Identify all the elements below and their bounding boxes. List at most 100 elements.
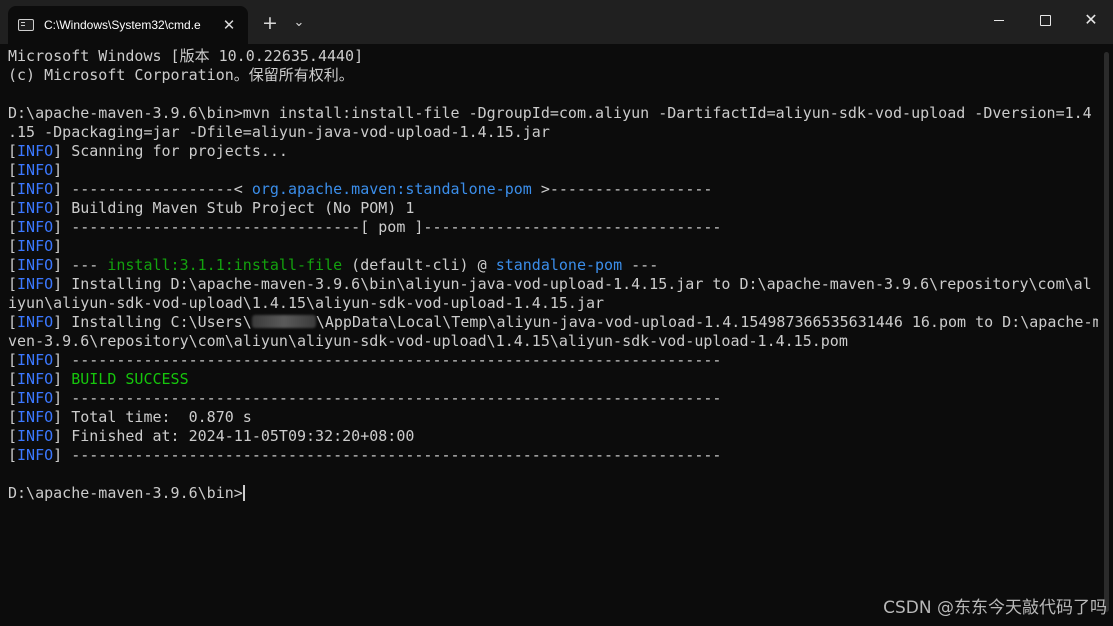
console-line: [INFO] Installing D:\apache-maven-3.9.6\… xyxy=(8,275,1098,294)
console-text: (default-cli) @ xyxy=(342,256,496,274)
terminal-window: C:\Windows\System32\cmd.e ✕ + ⌄ ✕ Micros… xyxy=(0,0,1113,626)
console-text: .15 -Dpackaging=jar -Dfile=aliyun-java-v… xyxy=(8,123,550,141)
console-text: ] --------------------------------[ pom … xyxy=(53,218,722,236)
console-text: [ xyxy=(8,142,18,160)
console-line: (c) Microsoft Corporation。保留所有权利。 xyxy=(8,66,1098,85)
console-text: INFO xyxy=(17,408,54,426)
console-text: [ xyxy=(8,237,18,255)
tab-cmd[interactable]: C:\Windows\System32\cmd.e ✕ xyxy=(8,6,248,44)
console-line: [INFO] ---------------------------------… xyxy=(8,351,1098,370)
console-line: [INFO] Building Maven Stub Project (No P… xyxy=(8,199,1098,218)
console-line: [INFO] Installing C:\Users\ \AppData\Loca… xyxy=(8,313,1098,332)
console-text: INFO xyxy=(17,351,54,369)
console-text: INFO xyxy=(17,427,54,445)
console-text: INFO xyxy=(17,161,54,179)
scrollbar[interactable] xyxy=(1100,44,1113,626)
console-text: [ xyxy=(8,427,18,445)
console-text: ] Installing D:\apache-maven-3.9.6\bin\a… xyxy=(53,275,1092,293)
console-text: install:3.1.1:install-file xyxy=(107,256,343,274)
console-text: [ xyxy=(8,370,18,388)
console-text: ] Installing C:\Users\ xyxy=(53,313,252,331)
console-line: [INFO] xyxy=(8,237,1098,256)
console-text: INFO xyxy=(17,237,54,255)
tab-dropdown-icon[interactable]: ⌄ xyxy=(286,10,312,36)
console-text: standalone-pom xyxy=(495,256,623,274)
console-text: [ xyxy=(8,199,18,217)
console-text: [ xyxy=(8,351,18,369)
console-text: ] Building Maven Stub Project (No POM) 1 xyxy=(53,199,415,217)
minimize-icon xyxy=(994,19,1004,21)
console-text: INFO xyxy=(17,313,54,331)
tab-close-icon[interactable]: ✕ xyxy=(220,16,238,34)
console-line: [INFO] Finished at: 2024-11-05T09:32:20+… xyxy=(8,427,1098,446)
console-line: .15 -Dpackaging=jar -Dfile=aliyun-java-v… xyxy=(8,123,1098,142)
console-line: ven-3.9.6\repository\com\aliyun\aliyun-s… xyxy=(8,332,1098,351)
scrollbar-thumb[interactable] xyxy=(1104,52,1109,612)
console-text: ] Scanning for projects... xyxy=(53,142,288,160)
console-text: INFO xyxy=(17,180,54,198)
console-text: D:\apache-maven-3.9.6\bin> xyxy=(8,484,243,502)
console-text: ] Total time: 0.870 s xyxy=(53,408,252,426)
console-text: ] xyxy=(53,161,63,179)
console-text: Microsoft Windows [版本 10.0.22635.4440] xyxy=(8,47,364,65)
console-text: INFO xyxy=(17,370,54,388)
close-window-button[interactable]: ✕ xyxy=(1068,0,1113,40)
console-text: INFO xyxy=(17,142,54,160)
console-text: ] --------------------------------------… xyxy=(53,446,722,464)
console-text: ] --------------------------------------… xyxy=(53,351,722,369)
console-line: [INFO] --- install:3.1.1:install-file (d… xyxy=(8,256,1098,275)
maximize-icon xyxy=(1039,14,1051,26)
console-text: >------------------ xyxy=(531,180,713,198)
console-line: iyun\aliyun-sdk-vod-upload\1.4.15\aliyun… xyxy=(8,294,1098,313)
maximize-button[interactable] xyxy=(1022,0,1068,40)
console-line: [INFO] BUILD SUCCESS xyxy=(8,370,1098,389)
console-line: Microsoft Windows [版本 10.0.22635.4440] xyxy=(8,47,1098,66)
console-line: [INFO] xyxy=(8,161,1098,180)
new-tab-button[interactable]: + xyxy=(257,10,283,36)
minimize-button[interactable] xyxy=(976,0,1022,40)
console-text: INFO xyxy=(17,275,54,293)
console-text: org.apache.maven:standalone-pom xyxy=(251,180,532,198)
console-text: D:\apache-maven-3.9.6\bin>mvn install:in… xyxy=(8,104,1092,122)
console-text: ] Finished at: 2024-11-05T09:32:20+08:00 xyxy=(53,427,415,445)
console-text: [ xyxy=(8,180,18,198)
console-line: [INFO] --------------------------------[… xyxy=(8,218,1098,237)
tab-title: C:\Windows\System32\cmd.e xyxy=(44,18,201,32)
console-text: [ xyxy=(8,256,18,274)
console-line: [INFO] ---------------------------------… xyxy=(8,446,1098,465)
console-text: [ xyxy=(8,408,18,426)
console-text: \AppData\Local\Temp\aliyun-java-vod-uplo… xyxy=(315,313,1098,331)
title-bar: C:\Windows\System32\cmd.e ✕ + ⌄ ✕ xyxy=(0,0,1113,44)
console-text: INFO xyxy=(17,446,54,464)
console-text: ] --- xyxy=(53,256,108,274)
console-line: [INFO] ---------------------------------… xyxy=(8,389,1098,408)
console-text: ] --------------------------------------… xyxy=(53,389,722,407)
console-text: INFO xyxy=(17,256,54,274)
console-text: [ xyxy=(8,161,18,179)
console-text: iyun\aliyun-sdk-vod-upload\1.4.15\aliyun… xyxy=(8,294,605,312)
console-text: ] xyxy=(53,237,63,255)
console-text: [ xyxy=(8,275,18,293)
console-text: [ xyxy=(8,446,18,464)
console-text: (c) Microsoft Corporation。保留所有权利。 xyxy=(8,66,354,84)
console-text: --- xyxy=(622,256,659,274)
console-line: D:\apache-maven-3.9.6\bin>mvn install:in… xyxy=(8,104,1098,123)
console-text: INFO xyxy=(17,218,54,236)
text-cursor xyxy=(242,485,245,501)
console-text: ven-3.9.6\repository\com\aliyun\aliyun-s… xyxy=(8,332,848,350)
console-output[interactable]: Microsoft Windows [版本 10.0.22635.4440] (c… xyxy=(8,47,1098,607)
console-line: [INFO] Scanning for projects... xyxy=(8,142,1098,161)
watermark: CSDN @东东今天敲代码了吗 xyxy=(883,598,1107,618)
redacted-username xyxy=(251,315,316,328)
console-line: [INFO] Total time: 0.870 s xyxy=(8,408,1098,427)
console-text: [ xyxy=(8,218,18,236)
console-text: [ xyxy=(8,313,18,331)
console-text: ] ------------------< xyxy=(53,180,252,198)
console-text: INFO xyxy=(17,389,54,407)
console-line: D:\apache-maven-3.9.6\bin> xyxy=(8,484,1098,503)
console-text: INFO xyxy=(17,199,54,217)
console-text: ] xyxy=(53,370,72,388)
console-line: [INFO] ------------------< org.apache.ma… xyxy=(8,180,1098,199)
